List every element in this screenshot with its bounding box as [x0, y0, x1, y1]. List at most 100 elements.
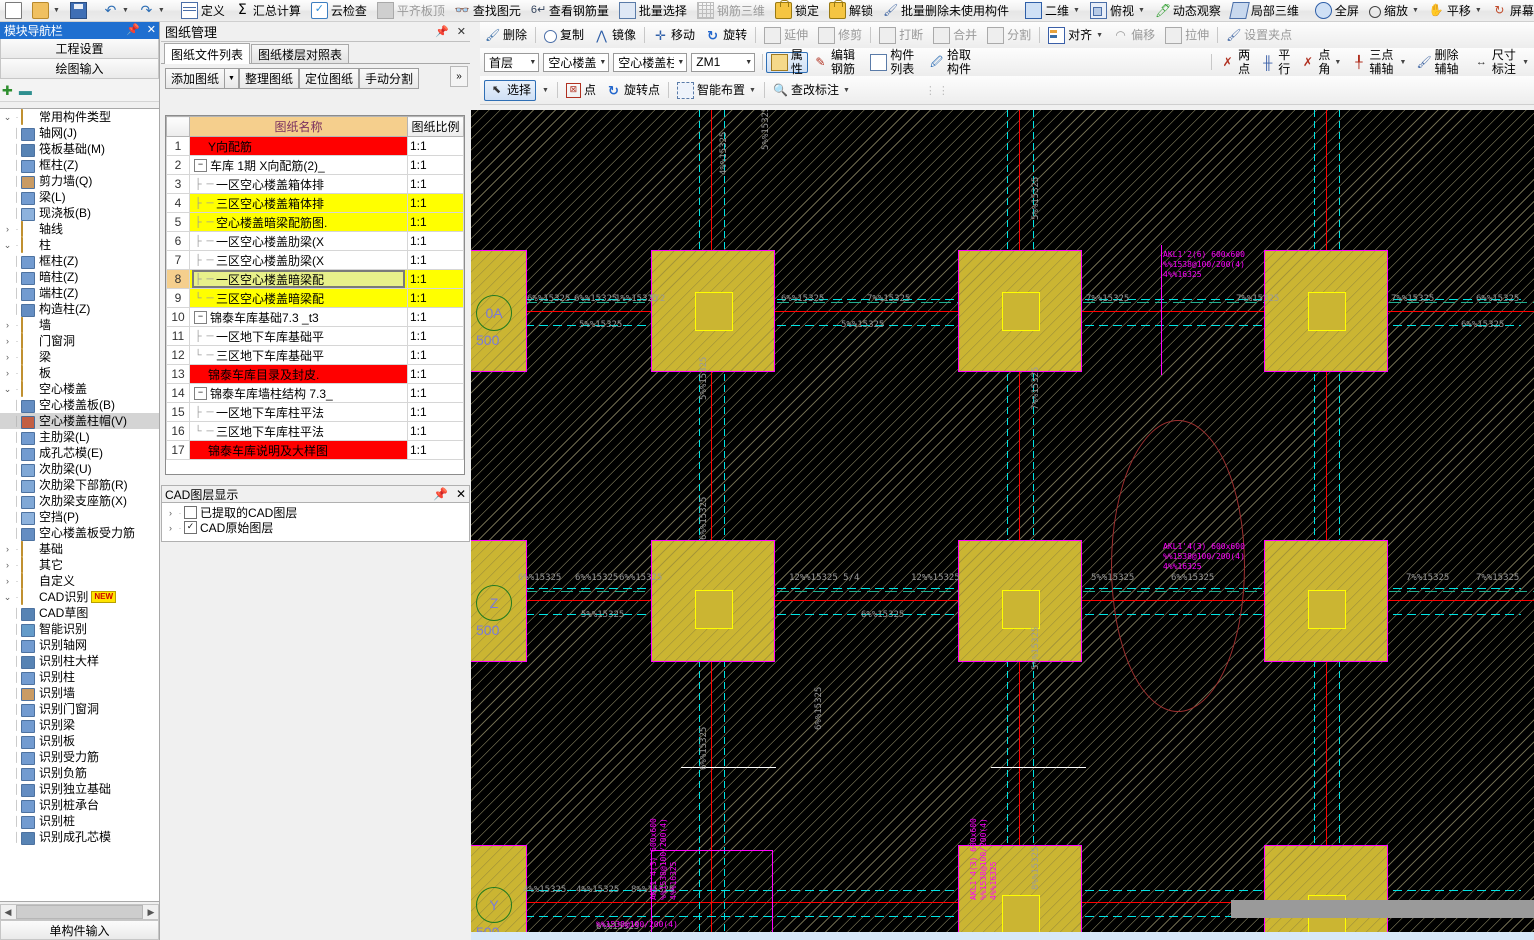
- table-row[interactable]: 2− 车库 1期 X向配筋(2)_ 1:1: [166, 155, 464, 175]
- table-row[interactable]: 15 ├ ─ 一区地下车库柱平法 1:1: [166, 402, 464, 422]
- remove-component-icon[interactable]: ▬: [19, 84, 32, 97]
- tree-twisty-icon[interactable]: ›: [2, 544, 13, 554]
- hollow-slab-column-cap[interactable]: [651, 540, 775, 662]
- add-component-icon[interactable]: ✚: [2, 84, 13, 97]
- drawing-scale-cell[interactable]: 1:1: [407, 174, 464, 194]
- tree-item-框柱z[interactable]: │ 框柱(Z): [0, 157, 159, 173]
- cad-layer-item[interactable]: › · 已提取的CAD图层: [165, 505, 469, 520]
- layer-checkbox[interactable]: ✓: [184, 521, 197, 534]
- tree-twisty-icon[interactable]: ⌄: [2, 592, 13, 603]
- tree-twisty-icon[interactable]: ›: [2, 224, 13, 234]
- tree-item-梁l[interactable]: │ 梁(L): [0, 189, 159, 205]
- nav-button-drawing-input[interactable]: 绘图输入: [0, 59, 159, 79]
- cloud-check-button[interactable]: ✓ 云检查: [306, 1, 372, 21]
- tree-item-识别受力筋[interactable]: │ 识别受力筋: [0, 749, 159, 765]
- table-row[interactable]: 7 ├ ─ 三区空心楼盖肋梁(X 1:1: [166, 250, 464, 270]
- dynamic-observe-button[interactable]: 🖊 动态观察: [1150, 1, 1226, 21]
- column-core[interactable]: [695, 292, 733, 331]
- check-annotation-button[interactable]: 🔍 查改标注 ▼: [768, 80, 855, 100]
- flatten-slab-button[interactable]: 平齐板顶: [372, 1, 450, 21]
- tree-item-板[interactable]: › · 板: [0, 365, 159, 381]
- column-core[interactable]: [1308, 590, 1346, 629]
- drawing-scale-cell[interactable]: 1:1: [407, 269, 464, 289]
- close-icon[interactable]: ✕: [456, 487, 466, 501]
- parallel-axis-button[interactable]: ╫ 平行: [1255, 48, 1295, 76]
- column-core[interactable]: [1308, 292, 1346, 331]
- hollow-slab-column-cap[interactable]: [1264, 250, 1388, 372]
- undo-button[interactable]: ↶ ▼: [98, 1, 134, 21]
- table-row[interactable]: 13 锦泰车库目录及封皮. 1:1: [166, 364, 464, 384]
- tree-item-识别成孔芯模[interactable]: │ 识别成孔芯模: [0, 829, 159, 845]
- define-button[interactable]: 定义: [176, 1, 230, 21]
- close-icon[interactable]: ✕: [457, 25, 466, 38]
- drawing-name-cell[interactable]: ├ ─ 一区空心楼盖暗梁配: [189, 269, 408, 289]
- summary-calc-button[interactable]: Σ 汇总计算: [230, 1, 306, 21]
- hollow-slab-column-cap[interactable]: [651, 250, 775, 372]
- tree-twisty-icon[interactable]: ›: [2, 320, 13, 330]
- edit-rebar-button[interactable]: ✎ 编辑钢筋: [808, 48, 865, 76]
- tree-item-轴线[interactable]: › · 轴线: [0, 221, 159, 237]
- table-row[interactable]: 16 └ ─ 三区地下车库柱平法 1:1: [166, 421, 464, 441]
- extend-button[interactable]: 延伸: [759, 25, 813, 45]
- drawing-scale-cell[interactable]: 1:1: [407, 155, 464, 175]
- tree-twisty-icon[interactable]: ⌄: [2, 384, 13, 395]
- trim-button[interactable]: 修剪: [813, 25, 867, 45]
- drawing-name-cell[interactable]: ├ ─ 一区地下车库基础平: [189, 326, 408, 346]
- table-row[interactable]: 10− 锦泰车库基础7.3 _t3 1:1: [166, 307, 464, 327]
- col-header-name[interactable]: 图纸名称: [189, 116, 408, 137]
- tree-item-空心楼盖[interactable]: ⌄ · 空心楼盖: [0, 381, 159, 397]
- drawing-name-cell[interactable]: 锦泰车库目录及封皮.: [189, 364, 408, 384]
- tree-twisty-icon[interactable]: ›: [165, 523, 176, 533]
- rebar-3d-button[interactable]: 钢筋三维: [692, 1, 770, 21]
- drawing-name-cell[interactable]: Y向配筋: [189, 136, 408, 156]
- table-row[interactable]: 9 └ ─ 三区空心楼盖暗梁配 1:1: [166, 288, 464, 308]
- tree-twisty-icon[interactable]: ⌄: [2, 240, 13, 251]
- component-list-button[interactable]: 构件列表: [865, 48, 924, 76]
- top-view-button[interactable]: 俯视 ▼: [1085, 1, 1150, 21]
- tree-item-剪力墙q[interactable]: │ 剪力墙(Q): [0, 173, 159, 189]
- tree-item-空心楼盖柱帽v[interactable]: │ 空心楼盖柱帽(V): [0, 413, 159, 429]
- drawing-scale-cell[interactable]: 1:1: [407, 136, 464, 156]
- tree-item-基础[interactable]: › · 基础: [0, 541, 159, 557]
- chevron-down-icon[interactable]: ▼: [537, 87, 554, 94]
- table-row[interactable]: 8 ├ ─ 一区空心楼盖暗梁配 1:1: [166, 269, 464, 289]
- drawing-scale-cell[interactable]: 1:1: [407, 421, 464, 441]
- tree-horizontal-scrollbar[interactable]: ◀ ▶: [0, 904, 159, 920]
- table-row[interactable]: 11 ├ ─ 一区地下车库基础平 1:1: [166, 326, 464, 346]
- drawing-scale-cell[interactable]: 1:1: [407, 231, 464, 251]
- tree-item-筏板基础m[interactable]: │ 筏板基础(M): [0, 141, 159, 157]
- column-core[interactable]: [1002, 292, 1040, 331]
- drawing-name-cell[interactable]: ├ ─ 空心楼盖暗梁配筋图.: [189, 212, 408, 232]
- break-button[interactable]: 打断: [874, 25, 928, 45]
- local-3d-button[interactable]: 局部三维: [1226, 1, 1304, 21]
- tree-item-次肋梁u[interactable]: │ 次肋梁(U): [0, 461, 159, 477]
- tree-expander[interactable]: −: [194, 158, 207, 172]
- tree-item-柱[interactable]: ⌄ · 柱: [0, 237, 159, 253]
- cad-layer-list[interactable]: › · 已提取的CAD图层 › · ✓ CAD原始图层: [161, 502, 470, 542]
- tree-expander[interactable]: −: [194, 386, 207, 400]
- tab-drawing-floor-mapping[interactable]: 图纸楼层对照表: [251, 44, 350, 63]
- component-tree[interactable]: ⌄ · 常用构件类型 │ 轴网(J) │ 筏板基础(M) │ 框柱(Z) │ 剪力墙(Q) │ 梁(L)…: [0, 108, 159, 902]
- pin-icon[interactable]: 📌: [126, 25, 140, 36]
- fullscreen-button[interactable]: 全屏: [1310, 1, 1364, 21]
- view-2d-button[interactable]: 二维 ▼: [1020, 1, 1085, 21]
- rotate-button[interactable]: ↻ 旋转: [700, 25, 752, 45]
- select-tool-button[interactable]: ⬉ 选择: [484, 79, 537, 101]
- tree-item-识别轴网[interactable]: │ 识别轴网: [0, 637, 159, 653]
- split-button[interactable]: 分割: [982, 25, 1036, 45]
- table-row[interactable]: 1 Y向配筋 1:1: [166, 136, 464, 156]
- tree-item-构造柱z[interactable]: │ 构造柱(Z): [0, 301, 159, 317]
- drawing-scale-cell[interactable]: 1:1: [407, 383, 464, 403]
- nav-button-project-settings[interactable]: 工程设置: [0, 39, 159, 59]
- locate-drawing-button[interactable]: 定位图纸: [298, 68, 359, 89]
- drawing-name-cell[interactable]: ├ ─ 三区空心楼盖箱体排: [189, 193, 408, 213]
- drawing-scale-cell[interactable]: 1:1: [407, 402, 464, 422]
- tree-item-次肋梁下部筋r[interactable]: │ 次肋梁下部筋(R): [0, 477, 159, 493]
- table-row[interactable]: 3 ├ ─ 一区空心楼盖箱体排 1:1: [166, 174, 464, 194]
- move-button[interactable]: ✛ 移动: [648, 25, 700, 45]
- tree-item-识别板[interactable]: │ 识别板: [0, 733, 159, 749]
- drawing-name-cell[interactable]: ├ ─ 一区空心楼盖肋梁(X: [189, 231, 408, 251]
- floor-select[interactable]: 首层 ▼: [484, 52, 540, 72]
- save-button[interactable]: [65, 1, 92, 21]
- two-point-axis-button[interactable]: ✗ 两点: [1215, 48, 1255, 76]
